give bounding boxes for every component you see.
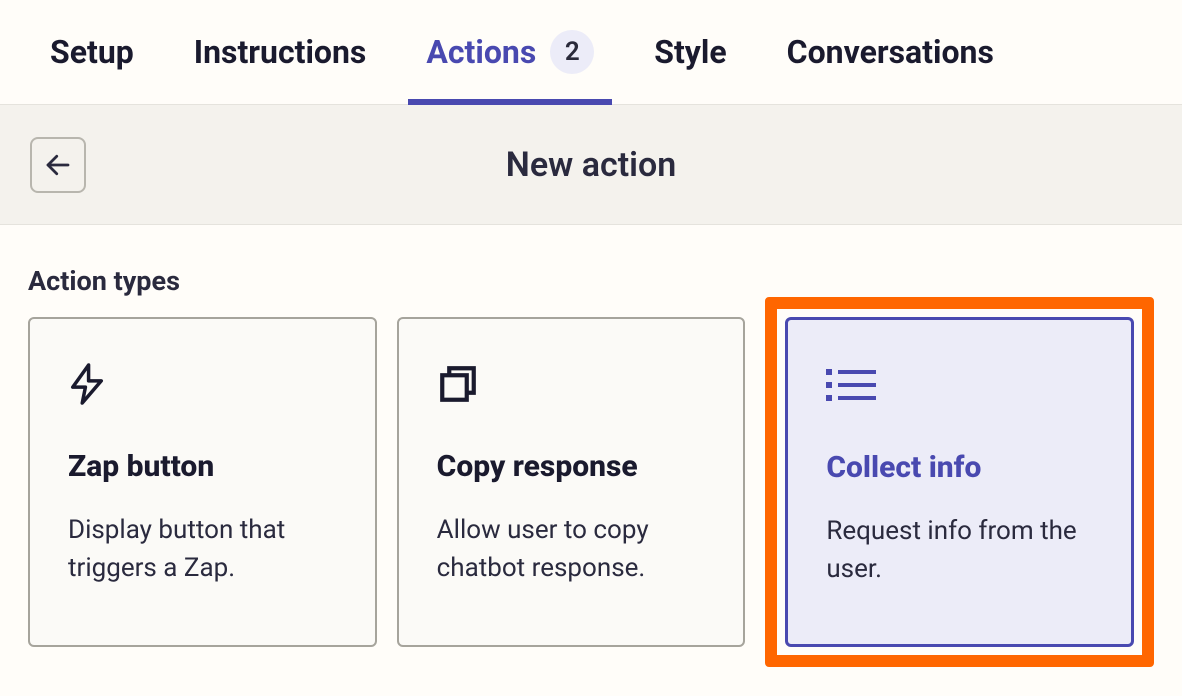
tab-label: Instructions bbox=[194, 33, 367, 71]
list-icon bbox=[826, 360, 1093, 410]
tabs-nav: Setup Instructions Actions 2 Style Conve… bbox=[0, 0, 1182, 105]
back-button[interactable] bbox=[30, 137, 86, 193]
card-desc: Display button that triggers a Zap. bbox=[68, 512, 337, 587]
action-card-copy-response[interactable]: Copy response Allow user to copy chatbot… bbox=[397, 317, 746, 647]
card-title: Collect info bbox=[826, 450, 1093, 485]
arrow-left-icon bbox=[43, 150, 73, 180]
tab-actions[interactable]: Actions 2 bbox=[426, 0, 594, 105]
copy-icon bbox=[437, 359, 706, 409]
tab-label: Conversations bbox=[787, 33, 994, 71]
action-card-collect-info[interactable]: Collect info Request info from the user. bbox=[785, 317, 1134, 647]
card-title: Zap button bbox=[68, 449, 337, 484]
card-wrapper-collect-highlighted: Collect info Request info from the user. bbox=[765, 297, 1154, 667]
content: Action types Zap button Display button t… bbox=[0, 225, 1182, 687]
section-title: Action types bbox=[28, 265, 1154, 297]
action-type-cards: Zap button Display button that triggers … bbox=[28, 317, 1154, 647]
card-desc: Allow user to copy chatbot response. bbox=[437, 512, 706, 587]
card-title: Copy response bbox=[437, 449, 706, 484]
subheader: New action bbox=[0, 105, 1182, 225]
action-card-zap-button[interactable]: Zap button Display button that triggers … bbox=[28, 317, 377, 647]
card-wrapper-copy: Copy response Allow user to copy chatbot… bbox=[397, 317, 746, 647]
tab-label: Setup bbox=[50, 33, 134, 71]
tab-conversations[interactable]: Conversations bbox=[787, 0, 994, 105]
card-desc: Request info from the user. bbox=[826, 513, 1093, 588]
card-wrapper-zap: Zap button Display button that triggers … bbox=[28, 317, 377, 647]
tab-setup[interactable]: Setup bbox=[50, 0, 134, 105]
tab-badge: 2 bbox=[550, 30, 594, 74]
page-title: New action bbox=[506, 145, 676, 185]
tab-label: Style bbox=[654, 33, 726, 71]
tab-label: Actions bbox=[426, 33, 536, 71]
tab-style[interactable]: Style bbox=[654, 0, 726, 105]
tab-instructions[interactable]: Instructions bbox=[194, 0, 367, 105]
lightning-icon bbox=[68, 359, 337, 409]
